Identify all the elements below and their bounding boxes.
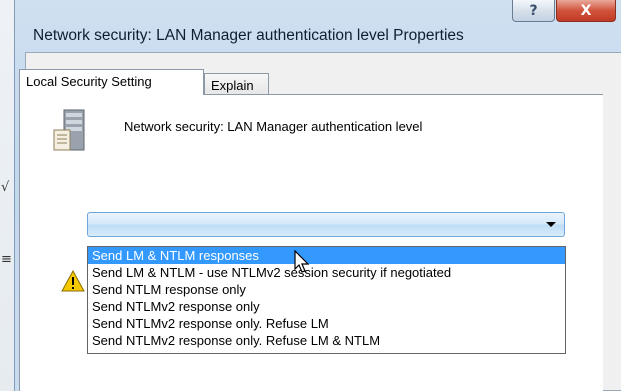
policy-heading: Network security: LAN Manager authentica…: [124, 119, 423, 134]
option-item[interactable]: Send NTLMv2 response only: [88, 298, 565, 315]
help-icon: ?: [529, 2, 538, 19]
mouse-cursor-icon: [294, 250, 310, 273]
close-button[interactable]: X: [556, 0, 616, 22]
close-icon: X: [580, 2, 592, 19]
option-item[interactable]: Send NTLMv2 response only. Refuse LM: [88, 315, 565, 332]
option-item[interactable]: Send LM & NTLM responses: [88, 247, 565, 264]
tab-local-security-setting[interactable]: Local Security Setting: [19, 69, 204, 95]
option-item[interactable]: Send LM & NTLM - use NTLMv2 session secu…: [88, 264, 565, 281]
option-item[interactable]: Send NTLMv2 response only. Refuse LM & N…: [88, 332, 565, 349]
help-button[interactable]: ?: [512, 0, 555, 22]
server-icon: [53, 109, 85, 151]
background-mark: √: [1, 180, 10, 195]
background-desktop-edge: [0, 0, 14, 391]
warning-icon: [61, 270, 85, 292]
chevron-down-icon[interactable]: [546, 222, 556, 227]
authentication-level-select[interactable]: [87, 212, 565, 237]
background-mark: ≡: [1, 252, 12, 267]
window-title: Network security: LAN Manager authentica…: [33, 27, 464, 44]
option-item[interactable]: Send NTLM response only: [88, 281, 565, 298]
options-list: Send LM & NTLM responses Send LM & NTLM …: [87, 246, 566, 354]
